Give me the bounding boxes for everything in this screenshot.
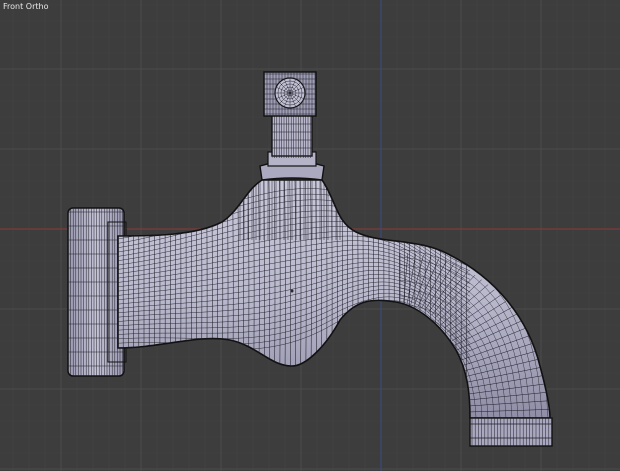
object-origin: [290, 289, 294, 293]
spout-outlet: [469, 417, 553, 447]
view-label: Front Ortho: [3, 2, 49, 11]
spout-body: [117, 179, 551, 419]
3d-viewport[interactable]: Front Ortho: [0, 0, 620, 471]
faucet-mesh[interactable]: [0, 0, 620, 471]
valve-stem: [259, 71, 325, 181]
